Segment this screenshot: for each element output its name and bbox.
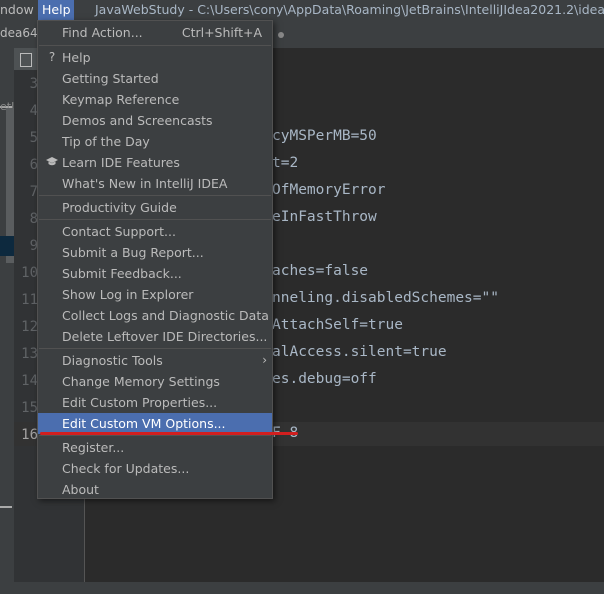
line-number-current: 16 (21, 427, 38, 443)
menu-item-edit-custom-vm-options[interactable]: Edit Custom VM Options... (38, 413, 272, 434)
menu-item-register[interactable]: Register... (38, 437, 272, 458)
menu-item-collect-logs[interactable]: Collect Logs and Diagnostic Data (38, 305, 272, 326)
editor-tab-bar (272, 20, 604, 48)
menu-item-whats-new[interactable]: What's New in IntelliJ IDEA (38, 173, 272, 194)
menu-item-find-action[interactable]: Find Action... Ctrl+Shift+A (38, 22, 272, 43)
menu-item-change-memory[interactable]: Change Memory Settings (38, 371, 272, 392)
menu-item-contact-support[interactable]: Contact Support... (38, 221, 272, 242)
code-line[interactable]: nneling.disabledSchemes="" (272, 290, 499, 306)
menu-item-demos[interactable]: Demos and Screencasts (38, 110, 272, 131)
line-number: 10 (21, 265, 38, 281)
menu-item-diagnostic-tools[interactable]: Diagnostic Tools › (38, 350, 272, 371)
question-icon: ? (48, 50, 56, 64)
menu-window[interactable]: ndow (0, 0, 38, 20)
code-line[interactable]: t=2 (272, 155, 298, 171)
status-bar (0, 582, 604, 594)
menu-item-check-updates[interactable]: Check for Updates... (38, 458, 272, 479)
line-number: 14 (21, 373, 38, 389)
line-number: 4 (29, 103, 38, 119)
menu-item-edit-custom-properties[interactable]: Edit Custom Properties... (38, 392, 272, 413)
menu-separator (39, 348, 271, 349)
menu-separator (39, 45, 271, 46)
menu-item-keymap-reference[interactable]: Keymap Reference (38, 89, 272, 110)
line-number: 8 (29, 211, 38, 227)
file-tab-icon[interactable] (14, 48, 38, 70)
code-line[interactable]: cyMSPerMB=50 (272, 128, 377, 144)
tab-dot-icon (278, 32, 284, 38)
collapse-icon-2[interactable] (0, 506, 12, 508)
window-title: JavaWebStudy - C:\Users\cony\AppData\Roa… (95, 2, 604, 17)
menu-item-submit-bug[interactable]: Submit a Bug Report... (38, 242, 272, 263)
editor-tab-idea64[interactable]: dea64.ex (0, 22, 38, 44)
line-number: 3 (29, 76, 38, 92)
graduation-cap-icon (45, 152, 59, 174)
menu-bar: ndow Help JavaWebStudy - C:\Users\cony\A… (0, 0, 604, 20)
chevron-right-icon: › (262, 353, 267, 367)
code-line[interactable]: alAccess.silent=true (272, 344, 447, 360)
annotation-underline (40, 432, 298, 435)
project-selected-row[interactable] (0, 236, 14, 256)
code-line[interactable]: es.debug=off (272, 371, 377, 387)
menu-item-about[interactable]: About (38, 479, 272, 500)
menu-item-productivity-guide[interactable]: Productivity Guide (38, 197, 272, 218)
menu-item-tip-of-day[interactable]: Tip of the Day (38, 131, 272, 152)
menu-item-delete-leftover[interactable]: Delete Leftover IDE Directories... (38, 326, 272, 347)
menu-item-help[interactable]: ? Help (38, 47, 272, 68)
line-number: 7 (29, 184, 38, 200)
menu-separator (39, 195, 271, 196)
help-menu-dropdown: Find Action... Ctrl+Shift+A ? Help Getti… (37, 20, 273, 499)
code-line[interactable]: OfMemoryError (272, 182, 386, 198)
line-number: 15 (21, 400, 38, 416)
menu-item-show-log[interactable]: Show Log in Explorer (38, 284, 272, 305)
code-line[interactable]: eInFastThrow (272, 209, 377, 225)
menu-item-learn-ide[interactable]: Learn IDE Features (38, 152, 272, 173)
line-number: 12 (21, 319, 38, 335)
file-icon (20, 53, 32, 67)
menu-separator (39, 219, 271, 220)
code-line[interactable]: AttachSelf=true (272, 317, 403, 333)
menu-separator (39, 435, 271, 436)
line-number: 6 (29, 157, 38, 173)
menu-item-getting-started[interactable]: Getting Started (38, 68, 272, 89)
code-line[interactable]: aches=false (272, 263, 368, 279)
line-number: 9 (29, 238, 38, 254)
line-number: 5 (29, 130, 38, 146)
line-number: 11 (21, 292, 38, 308)
menu-item-submit-feedback[interactable]: Submit Feedback... (38, 263, 272, 284)
line-number: 13 (21, 346, 38, 362)
menu-help[interactable]: Help (38, 0, 74, 20)
